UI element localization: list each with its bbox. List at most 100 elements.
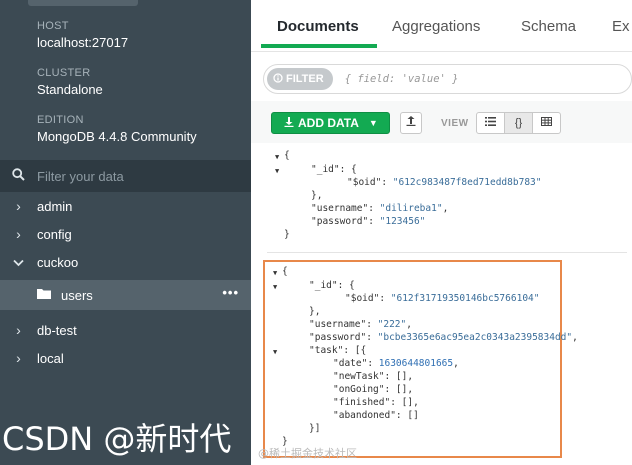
json-oid-line: "$oid": "612f31719350146bc5766104" <box>345 293 539 304</box>
list-view-button[interactable] <box>476 112 505 134</box>
filter-pill[interactable]: FILTER <box>267 68 333 90</box>
json-string: "222" <box>377 319 407 330</box>
sidebar-item-admin[interactable]: › admin <box>0 192 251 220</box>
json-close: }, <box>309 306 321 317</box>
json-comma: , <box>406 319 412 330</box>
json-key: "$oid": <box>347 177 393 188</box>
database-name: local <box>37 350 64 366</box>
json-key: "date": <box>333 358 379 369</box>
sidebar-filter-placeholder: Filter your data <box>37 168 124 184</box>
sidebar-item-cuckoo[interactable]: cuckoo <box>0 248 251 276</box>
csdn-watermark: CSDN @新时代 <box>2 420 232 458</box>
cluster-label: CLUSTER <box>37 67 91 79</box>
json-view-button[interactable]: {} <box>504 112 533 134</box>
view-label: VIEW <box>441 118 469 129</box>
json-key: "username": <box>309 319 378 330</box>
collection-name: users <box>61 287 93 303</box>
json-key: "$oid": <box>345 293 391 304</box>
download-icon <box>284 116 294 130</box>
sidebar-item-config[interactable]: › config <box>0 220 251 248</box>
json-key: "username": <box>311 203 380 214</box>
json-task-key: "task": [{ <box>309 345 367 356</box>
list-icon <box>485 117 496 129</box>
database-name: admin <box>37 198 73 214</box>
caret-down-icon: ▼ <box>368 118 378 128</box>
json-id-key: "_id": { <box>309 280 355 291</box>
info-icon <box>273 72 283 86</box>
edition-label: EDITION <box>37 114 84 126</box>
filter-input[interactable]: { field: 'value' } <box>345 73 459 85</box>
sidebar-item-db-test[interactable]: › db-test <box>0 316 251 344</box>
chevron-right-icon: › <box>16 226 21 242</box>
upload-icon <box>406 116 416 129</box>
json-key: "password": <box>309 332 378 343</box>
host-value: localhost:27017 <box>37 35 129 50</box>
json-string: "bcbe3365e6ac95ea2c0343a2395834dd" <box>377 332 573 343</box>
json-comma: , <box>572 332 578 343</box>
json-task-close: }] <box>309 423 321 434</box>
collapse-arrow-icon[interactable]: ▼ <box>273 283 277 291</box>
sidebar: HOST localhost:27017 CLUSTER Standalone … <box>0 0 251 465</box>
json-string: "123456" <box>379 216 426 227</box>
cluster-value: Standalone <box>37 82 103 97</box>
json-finished-line: "finished": [], <box>333 397 419 408</box>
host-label: HOST <box>37 20 69 32</box>
json-number: 1630644801665 <box>378 358 454 369</box>
sidebar-item-users[interactable]: users ••• <box>0 280 251 310</box>
table-view-button[interactable] <box>532 112 561 134</box>
query-bar[interactable]: FILTER { field: 'value' } <box>263 64 632 94</box>
juejin-watermark: @稀土掘金技术社区 <box>258 447 357 460</box>
table-icon <box>541 117 552 129</box>
collapse-arrow-icon[interactable]: ▼ <box>273 269 277 277</box>
json-string: "612f31719350146bc5766104" <box>390 293 540 304</box>
document-card: ▼ { ▼ "_id": { "$oid": "612c983487f8ed71… <box>267 143 627 253</box>
json-username-line: "username": "dilireba1", <box>311 203 448 214</box>
search-icon <box>0 168 37 184</box>
database-name: db-test <box>37 322 77 338</box>
sidebar-scroll-handle[interactable] <box>28 0 138 6</box>
json-string: "612c983487f8ed71edd8b783" <box>392 177 542 188</box>
json-password-line: "password": "123456" <box>311 216 425 227</box>
database-name: cuckoo <box>37 254 79 270</box>
tab-documents[interactable]: Documents <box>277 18 359 35</box>
edition-info: EDITION MongoDB 4.4.8 Community <box>0 114 197 144</box>
json-comma: , <box>442 203 449 214</box>
json-abandoned-line: "abandoned": [] <box>333 410 419 421</box>
cluster-info: CLUSTER Standalone <box>0 67 103 97</box>
json-open-brace: { <box>284 150 290 161</box>
add-data-button[interactable]: ADD DATA ▼ <box>271 112 390 134</box>
folder-icon <box>0 288 61 302</box>
json-open-brace: { <box>282 266 288 277</box>
active-tab-indicator <box>261 44 377 48</box>
chevron-down-icon <box>0 254 37 270</box>
chevron-right-icon: › <box>16 350 21 366</box>
json-key: "password": <box>311 216 380 227</box>
json-oid-line: "$oid": "612c983487f8ed71edd8b783" <box>347 177 541 188</box>
collapse-arrow-icon[interactable]: ▼ <box>275 153 279 161</box>
json-ongoing-line: "onGoing": [], <box>333 384 414 395</box>
tab-aggregations[interactable]: Aggregations <box>392 18 480 35</box>
collapse-arrow-icon[interactable]: ▼ <box>275 167 279 175</box>
chevron-right-icon: › <box>16 322 21 338</box>
sidebar-filter[interactable]: Filter your data <box>0 160 251 192</box>
collapse-arrow-icon[interactable]: ▼ <box>273 348 277 356</box>
filter-label: FILTER <box>286 73 324 85</box>
sidebar-item-local[interactable]: › local <box>0 344 251 372</box>
edition-value: MongoDB 4.4.8 Community <box>37 129 197 144</box>
tab-explain[interactable]: Ex <box>612 18 630 35</box>
json-comma: , <box>453 358 459 369</box>
json-password-line: "password": "bcbe3365e6ac95ea2c0343a2395… <box>309 332 578 343</box>
export-button[interactable] <box>400 112 422 134</box>
json-close: }, <box>311 190 323 201</box>
main-panel: Documents Aggregations Schema Ex FILTER … <box>251 0 632 465</box>
tab-schema[interactable]: Schema <box>521 18 576 35</box>
host-info: HOST localhost:27017 <box>0 20 128 50</box>
curly-braces-icon: {} <box>514 117 523 129</box>
more-options-icon[interactable]: ••• <box>222 285 239 300</box>
document-card-highlighted: ▼ { ▼ "_id": { "$oid": "612f31719350146b… <box>263 260 578 458</box>
json-date-line: "date": 1630644801665, <box>333 358 459 369</box>
database-name: config <box>37 226 72 242</box>
json-id-key: "_id": { <box>311 164 357 175</box>
add-data-label: ADD DATA <box>298 116 359 130</box>
json-close-brace: } <box>284 229 290 240</box>
